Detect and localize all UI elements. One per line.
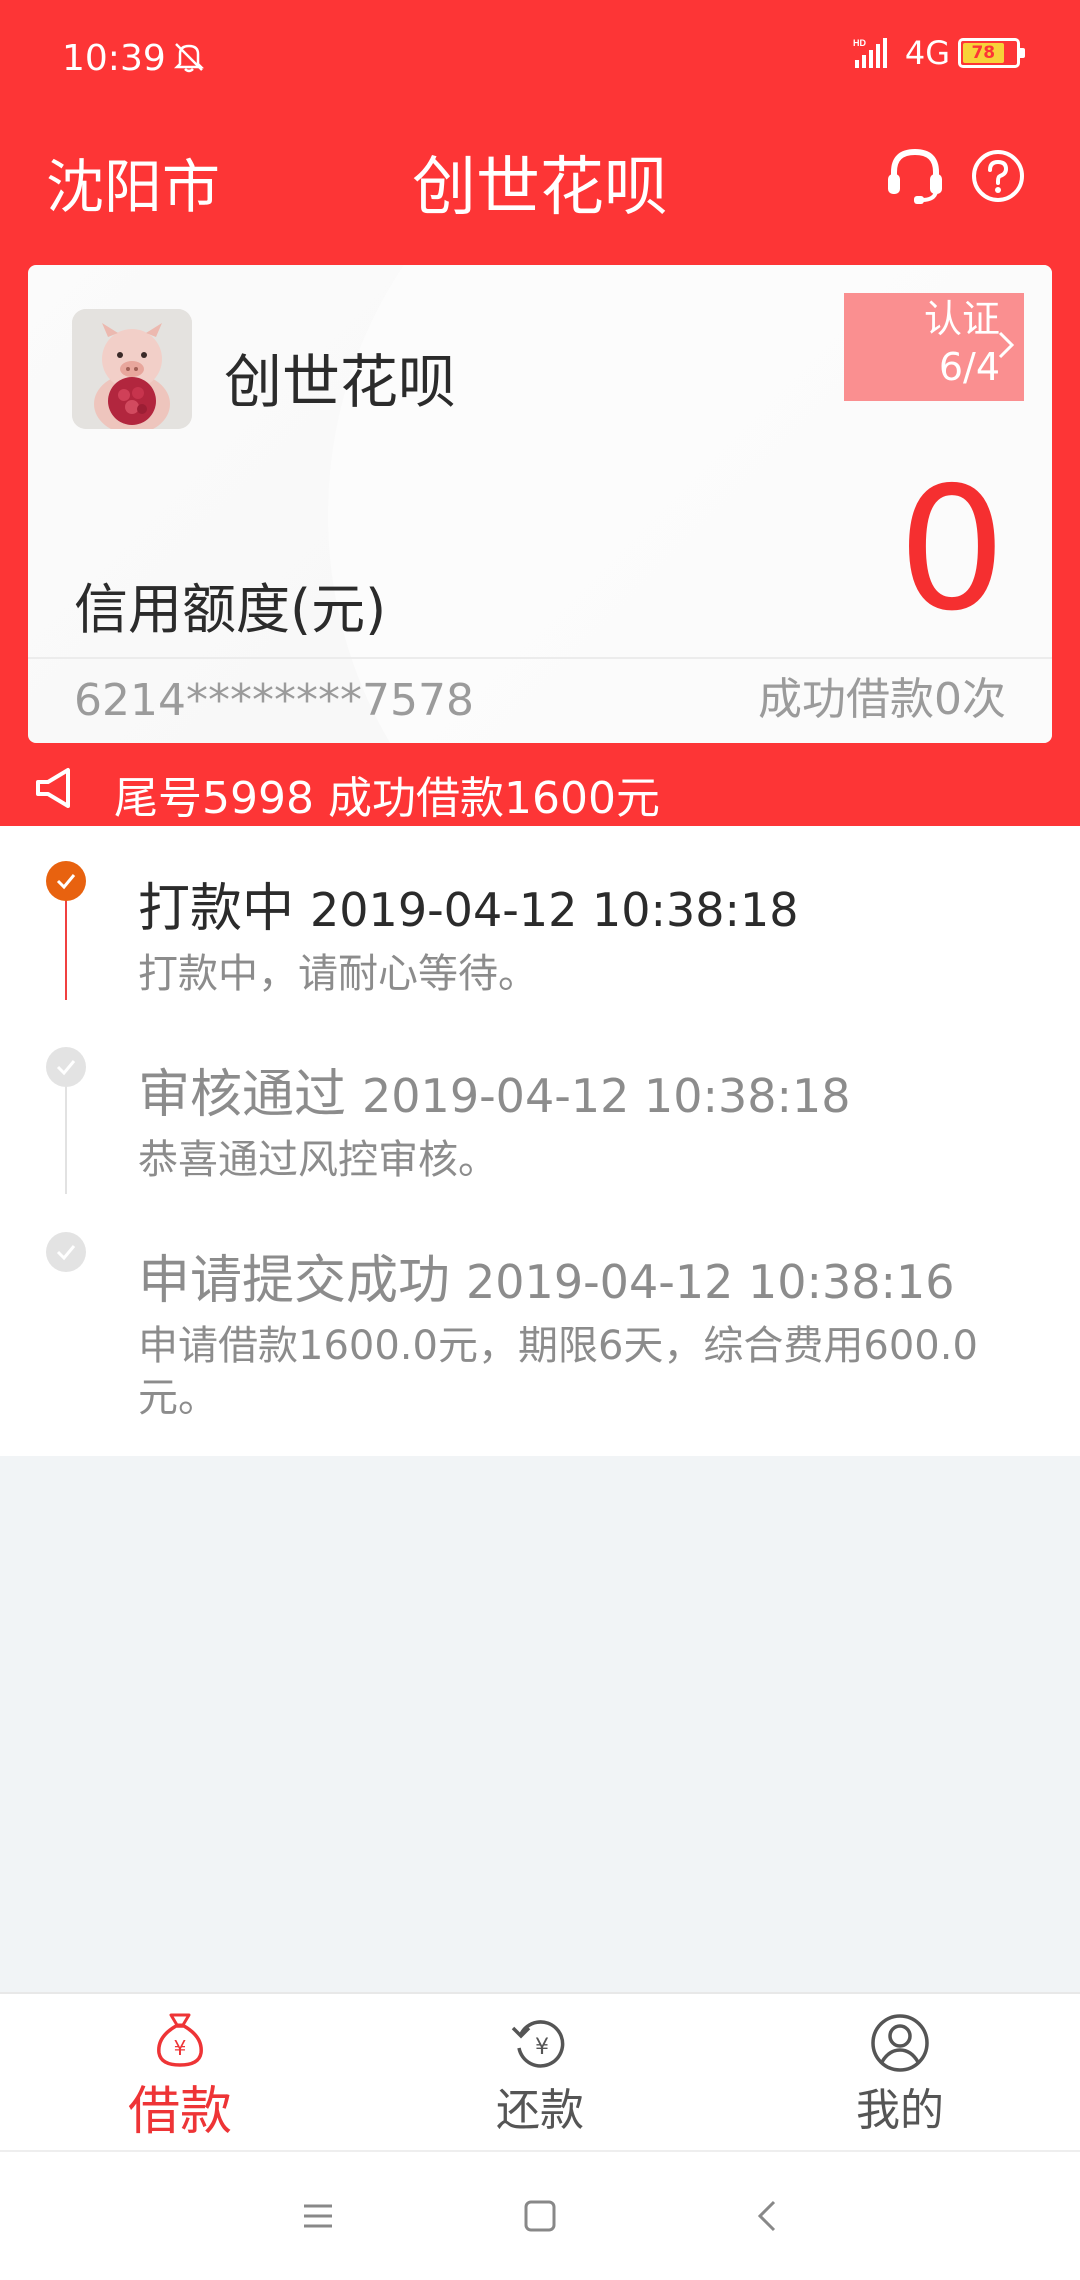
- system-navigation-bar: [0, 2150, 1080, 2280]
- cert-label: 认证: [923, 297, 1000, 341]
- card-divider: [28, 657, 1052, 659]
- signal-icon: HD: [853, 38, 887, 68]
- repay-icon: ¥: [511, 2020, 565, 2068]
- menu-icon[interactable]: [298, 2196, 338, 2236]
- timeline-item-time: 2019-04-12 10:38:18: [362, 1069, 851, 1123]
- money-bag-icon: ¥: [157, 2013, 203, 2067]
- timeline-connector-active: [65, 884, 67, 1000]
- timeline-item-desc: 打款中，请耐心等待。: [138, 951, 538, 997]
- megaphone-icon: [36, 768, 70, 808]
- credit-limit-label: 信用额度(元): [74, 578, 387, 641]
- user-icon: [871, 2014, 929, 2072]
- home-icon[interactable]: [520, 2196, 560, 2236]
- tab-label: 借款: [127, 2081, 232, 2142]
- timeline-item-title: 打款中 2019-04-12 10:38:18: [138, 879, 799, 939]
- svg-text:HD: HD: [853, 38, 866, 48]
- avatar: [72, 309, 192, 429]
- certification-badge[interactable]: 认证 6/4: [844, 293, 1024, 401]
- chevron-right-icon: [998, 331, 1015, 359]
- step-done-check-icon: [46, 1232, 86, 1272]
- loan-status-timeline: 打款中 2019-04-12 10:38:18 打款中，请耐心等待。 审核通过 20…: [0, 826, 1080, 1456]
- battery-icon: 78: [958, 38, 1025, 68]
- network-type: 4G: [904, 34, 950, 72]
- svg-text:¥: ¥: [174, 2036, 187, 2060]
- notice-marquee: 尾号5998 成功借款1600元: [114, 773, 660, 824]
- help-icon[interactable]: [970, 148, 1026, 204]
- cert-progress: 6/4: [938, 345, 1000, 389]
- back-icon[interactable]: [748, 2196, 788, 2236]
- svg-text:¥: ¥: [535, 2035, 549, 2060]
- timeline-item-desc: 申请借款1600.0元，期限6天，综合费用600.0元。: [138, 1323, 978, 1421]
- bottom-tab-bar: ¥ 借款 ¥ 还款 我的: [0, 1992, 1080, 2150]
- tab-label: 还款: [496, 2085, 584, 2136]
- status-time: 10:39: [62, 38, 166, 79]
- bell-muted-icon: [173, 43, 205, 73]
- tab-loan[interactable]: ¥ 借款: [0, 1994, 360, 2150]
- timeline-item-desc: 恭喜通过风控审核。: [138, 1137, 498, 1183]
- pig-avatar-icon: [72, 309, 192, 429]
- tab-repay[interactable]: ¥ 还款: [360, 1994, 720, 2150]
- credit-card-panel: 创世花呗 认证 6/4 信用额度(元) 0 6214********7578 成…: [28, 265, 1052, 743]
- product-name: 创世花呗: [224, 348, 457, 416]
- credit-limit-value: 0: [897, 451, 1006, 649]
- timeline-item-title: 申请提交成功 2019-04-12 10:38:16: [138, 1251, 955, 1311]
- battery-level: 78: [963, 43, 1004, 63]
- timeline-connector: [65, 1070, 67, 1194]
- timeline-item-time: 2019-04-12 10:38:16: [466, 1255, 955, 1309]
- step-active-check-icon: [46, 861, 86, 901]
- step-done-check-icon: [46, 1047, 86, 1087]
- loan-count: 成功借款0次: [758, 674, 1006, 725]
- timeline-item-title: 审核通过 2019-04-12 10:38:18: [138, 1065, 851, 1125]
- timeline-item-time: 2019-04-12 10:38:18: [310, 883, 799, 937]
- status-indicators: HD 4G 78: [853, 34, 1025, 72]
- tab-label: 我的: [856, 2085, 944, 2136]
- bank-card-number: 6214********7578: [74, 675, 474, 726]
- tab-mine[interactable]: 我的: [720, 1994, 1080, 2150]
- customer-service-icon[interactable]: [882, 142, 948, 208]
